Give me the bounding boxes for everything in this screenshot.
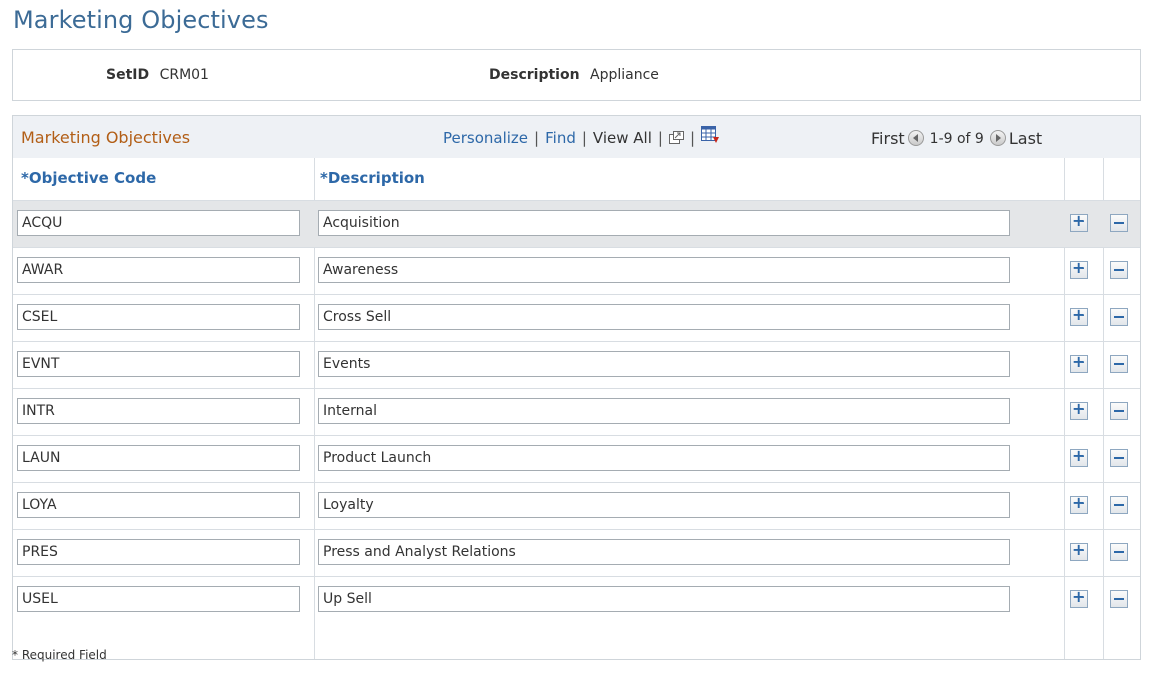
description-input[interactable]: Acquisition bbox=[318, 210, 1010, 236]
setid-value: CRM01 bbox=[159, 67, 209, 83]
find-link[interactable]: Find bbox=[545, 129, 576, 147]
description-field: Description Appliance bbox=[489, 67, 659, 83]
delete-row-icon[interactable] bbox=[1110, 590, 1128, 608]
description-input[interactable]: Loyalty bbox=[318, 492, 1010, 518]
objective-code-header: *Objective Code bbox=[21, 169, 157, 187]
objective-code-input[interactable]: CSEL bbox=[17, 304, 300, 330]
description-input[interactable]: Product Launch bbox=[318, 445, 1010, 471]
personalize-link[interactable]: Personalize bbox=[443, 129, 528, 147]
delete-row-icon[interactable] bbox=[1110, 449, 1128, 467]
table-row[interactable]: PRES Press and Analyst Relations bbox=[13, 530, 1140, 577]
objective-code-input[interactable]: EVNT bbox=[17, 351, 300, 377]
add-row-icon[interactable] bbox=[1070, 258, 1088, 279]
header-panel: SetID CRM01 Description Appliance bbox=[12, 49, 1141, 101]
objective-code-input[interactable]: PRES bbox=[17, 539, 300, 565]
description-input[interactable]: Events bbox=[318, 351, 1010, 377]
previous-arrow-icon[interactable] bbox=[907, 129, 924, 146]
description-value: Appliance bbox=[590, 67, 659, 83]
nav-separator: | bbox=[657, 129, 663, 147]
add-row-icon[interactable] bbox=[1070, 352, 1088, 373]
objectives-grid: Marketing Objectives Personalize | Find … bbox=[12, 115, 1141, 660]
setid-field: SetID CRM01 bbox=[106, 67, 209, 83]
description-input[interactable]: Awareness bbox=[318, 257, 1010, 283]
required-field-note: * Required Field bbox=[12, 648, 107, 662]
delete-row-icon[interactable] bbox=[1110, 308, 1128, 326]
add-row-icon[interactable] bbox=[1070, 587, 1088, 608]
delete-row-icon[interactable] bbox=[1110, 543, 1128, 561]
table-row[interactable]: LOYA Loyalty bbox=[13, 483, 1140, 530]
nav-separator: | bbox=[581, 129, 587, 147]
download-spreadsheet-icon[interactable] bbox=[701, 126, 719, 144]
description-input[interactable]: Internal bbox=[318, 398, 1010, 424]
nav-separator: | bbox=[534, 129, 540, 147]
zoom-window-icon[interactable] bbox=[668, 130, 684, 144]
first-link[interactable]: First bbox=[871, 129, 905, 148]
page-title: Marketing Objectives bbox=[13, 6, 269, 34]
delete-row-icon[interactable] bbox=[1110, 496, 1128, 514]
description-label: Description bbox=[489, 67, 580, 83]
delete-row-icon[interactable] bbox=[1110, 402, 1128, 420]
add-row-icon[interactable] bbox=[1070, 305, 1088, 326]
add-row-icon[interactable] bbox=[1070, 446, 1088, 467]
table-row[interactable]: USEL Up Sell bbox=[13, 577, 1140, 624]
add-row-icon[interactable] bbox=[1070, 493, 1088, 514]
objective-code-input[interactable]: INTR bbox=[17, 398, 300, 424]
column-header-row: *Objective Code *Description bbox=[13, 158, 1140, 201]
table-row[interactable]: INTR Internal bbox=[13, 389, 1140, 436]
nav-separator: | bbox=[689, 129, 695, 147]
description-input[interactable]: Up Sell bbox=[318, 586, 1010, 612]
table-row[interactable]: LAUN Product Launch bbox=[13, 436, 1140, 483]
grid-nav: Personalize | Find | View All | | bbox=[443, 126, 719, 147]
add-row-icon[interactable] bbox=[1070, 399, 1088, 420]
objective-code-input[interactable]: ACQU bbox=[17, 210, 300, 236]
page-range: 1-9 of 9 bbox=[929, 130, 984, 147]
description-input[interactable]: Press and Analyst Relations bbox=[318, 539, 1010, 565]
view-all-link[interactable]: View All bbox=[593, 129, 652, 147]
add-row-icon[interactable] bbox=[1070, 540, 1088, 561]
objective-code-input[interactable]: LAUN bbox=[17, 445, 300, 471]
grid-title: Marketing Objectives bbox=[21, 128, 191, 147]
table-row[interactable]: ACQU Acquisition bbox=[13, 201, 1140, 248]
description-header: *Description bbox=[320, 169, 425, 187]
delete-row-icon[interactable] bbox=[1110, 355, 1128, 373]
grid-titlebar: Marketing Objectives Personalize | Find … bbox=[13, 116, 1140, 159]
description-input[interactable]: Cross Sell bbox=[318, 304, 1010, 330]
delete-row-icon[interactable] bbox=[1110, 261, 1128, 279]
setid-label: SetID bbox=[106, 67, 150, 83]
delete-row-icon[interactable] bbox=[1110, 214, 1128, 232]
table-row[interactable]: AWAR Awareness bbox=[13, 248, 1140, 295]
table-row[interactable]: CSEL Cross Sell bbox=[13, 295, 1140, 342]
table-row[interactable]: EVNT Events bbox=[13, 342, 1140, 389]
next-arrow-icon[interactable] bbox=[989, 129, 1006, 146]
objective-code-input[interactable]: LOYA bbox=[17, 492, 300, 518]
add-row-icon[interactable] bbox=[1070, 211, 1088, 232]
objective-code-input[interactable]: USEL bbox=[17, 586, 300, 612]
last-link[interactable]: Last bbox=[1009, 129, 1042, 148]
objective-code-input[interactable]: AWAR bbox=[17, 257, 300, 283]
grid-pager: First 1-9 of 9 Last bbox=[871, 129, 1042, 148]
